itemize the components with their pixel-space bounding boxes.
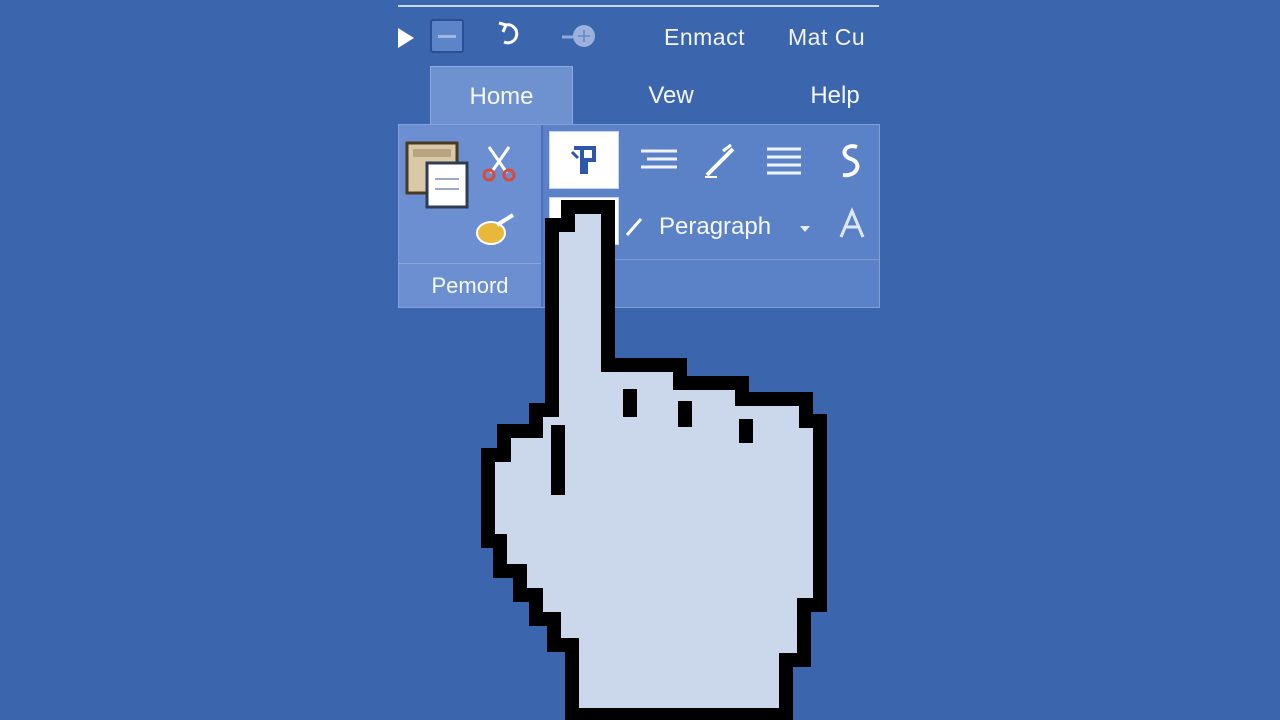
paragraph-mark-button[interactable] [549,131,619,189]
dialog-launcher-icon[interactable] [837,207,867,241]
quick-access-toolbar: Enmact Mat Cu [392,16,882,60]
tab-view[interactable]: Vew [626,66,716,126]
undo-icon[interactable] [492,20,522,50]
align-left-icon[interactable] [637,145,681,177]
ribbon-tabs: Home Vew Help [430,66,880,126]
edit-icon[interactable] [701,141,741,181]
cut-icon[interactable] [481,143,517,183]
paste-icon[interactable] [403,139,471,211]
play-icon[interactable] [398,28,414,48]
redo-icon[interactable] [560,21,596,51]
hand-pointer-icon [481,200,827,720]
tab-home[interactable]: Home [430,66,573,126]
tab-help[interactable]: Help [790,66,880,126]
qat-item-1[interactable]: Enmact [664,24,745,51]
paragraph-mark-icon [570,146,596,174]
link-icon[interactable] [831,141,867,181]
save-icon[interactable] [430,19,464,53]
qat-item-2[interactable]: Mat Cu [788,24,865,51]
justify-icon[interactable] [763,143,805,179]
title-bar-rule [398,5,879,7]
